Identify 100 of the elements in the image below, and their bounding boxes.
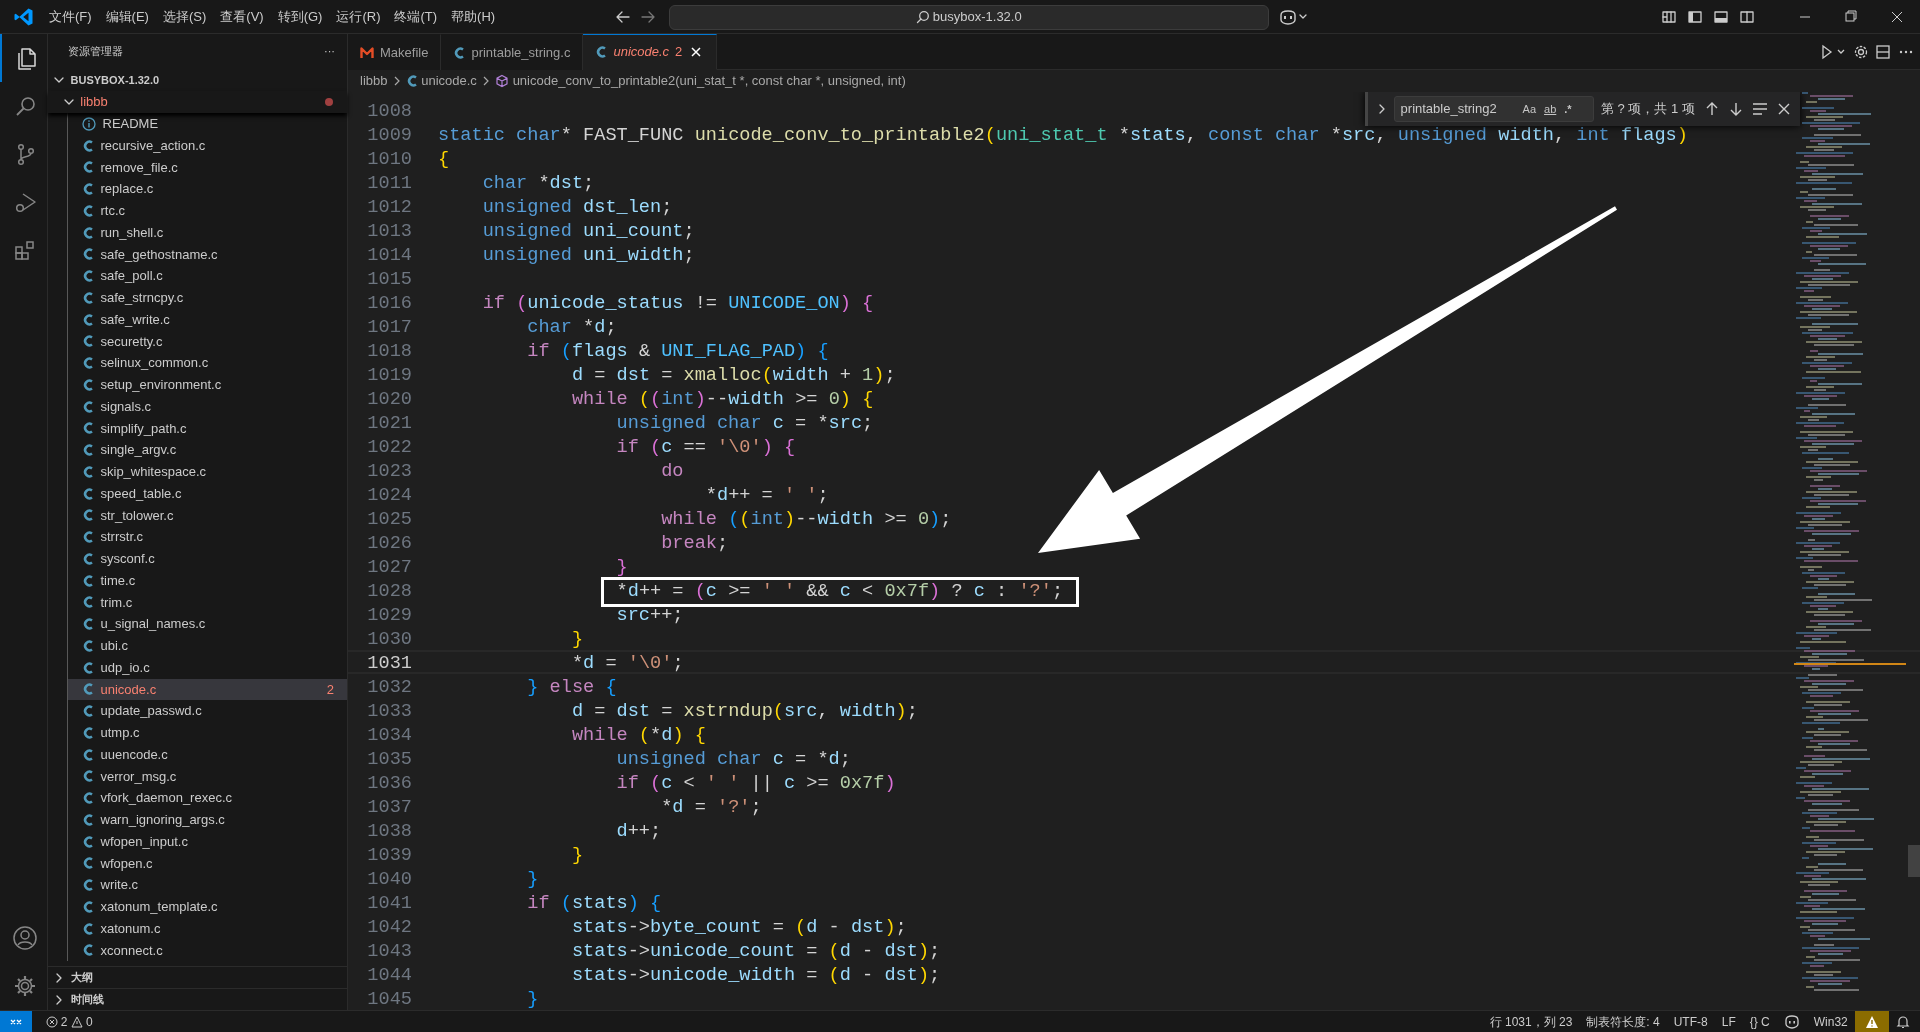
c-file-icon [82,160,94,175]
file-item[interactable]: unicode.c 2 [68,678,347,701]
file-item[interactable]: signals.c [68,395,347,418]
file-item[interactable]: update_passwd.c [68,700,347,722]
file-item[interactable]: replace.c [68,178,347,200]
file-item[interactable]: str_tolower.c [68,504,347,527]
copilot-button[interactable] [1278,9,1309,25]
folder-item[interactable]: libbb [48,91,347,113]
line-number: 1040 [366,868,412,888]
scrollbar-thumb[interactable] [1908,845,1920,877]
file-item[interactable]: run_shell.c [68,221,347,244]
c-file-icon [82,878,94,893]
find-input-field[interactable]: printable_string2 Aa ab .* [1393,96,1594,122]
menu-item[interactable]: 运行(R) [329,4,388,30]
line-number: 1014 [366,244,412,264]
menu-item[interactable]: 文件(F) [42,4,99,30]
remote-button[interactable] [0,1010,32,1032]
file-item[interactable]: verror_msg.c [68,765,347,788]
file-item[interactable]: safe_write.c [68,308,347,331]
file-item[interactable]: udp_io.c [68,656,347,679]
run-icon[interactable] [1820,43,1846,60]
file-item[interactable]: remove_file.c [68,156,347,179]
file-item[interactable]: wfopen_input.c [68,830,347,853]
warning-button[interactable] [1854,1010,1889,1032]
bell-icon[interactable] [1895,1014,1910,1029]
file-item[interactable]: safe_strncpy.c [68,287,347,309]
file-item[interactable]: xatonum.c [68,917,347,940]
code-line: unsigned char c = *src; [616,412,874,432]
panel-toggle-icon[interactable] [1713,9,1729,25]
file-item[interactable]: simplify_path.c [68,417,347,440]
file-item[interactable]: write.c [68,874,347,896]
file-item[interactable]: safe_poll.c [68,265,347,287]
account-icon[interactable] [12,925,38,951]
file-item[interactable]: skip_whitespace.c [68,461,347,483]
file-item[interactable]: ubi.c [68,635,347,657]
breadcrumb-item[interactable]: unicode.c [405,71,477,91]
file-item[interactable]: trim.c [68,591,347,614]
status-item[interactable]: {} C [1742,1010,1777,1032]
folder-item[interactable]: BUSYBOX-1.32.0 [48,69,347,91]
settings-icon[interactable] [12,973,38,999]
split-editor-icon[interactable] [1875,43,1891,60]
problems-button[interactable]: 2 0 [38,1010,100,1032]
file-item[interactable]: single_argv.c [68,439,347,461]
find-option-toggle[interactable]: ab [1540,99,1561,119]
file-item[interactable]: sysconf.c [68,548,347,570]
c-file-icon [82,769,94,784]
file-item[interactable]: uuencode.c [68,743,347,766]
code-line: } else { [527,676,617,696]
status-item[interactable]: 行 1031，列 23 [1482,1010,1580,1032]
file-item[interactable]: setup_environment.c [68,374,347,396]
breadcrumb-item[interactable]: unicode_conv_to_printable2(uni_stat_t *, const char *, unsigned, int) [495,71,906,91]
file-item[interactable]: README [68,113,347,135]
status-item[interactable]: Win32 [1806,1010,1855,1032]
menu-item[interactable]: 选择(S) [155,4,214,30]
split-layout-icon[interactable] [1739,9,1755,25]
file-item[interactable]: u_signal_names.c [68,613,347,635]
menu-item[interactable]: 转到(G) [270,4,330,30]
status-item[interactable]: 制表符长度: 4 [1579,1010,1667,1032]
c-file-icon [453,45,466,60]
code-line: d = dst = xmalloc(width + 1); [571,364,896,384]
file-item[interactable]: warn_ignoring_args.c [68,809,347,831]
menu-item[interactable]: 查看(V) [213,4,271,30]
status-item[interactable]: LF [1714,1010,1743,1032]
file-item[interactable]: rtc.c [68,200,347,222]
file-item[interactable]: securetty.c [68,330,347,353]
file-item[interactable]: safe_gethostname.c [68,243,347,266]
c-file-icon [82,921,94,936]
menu-item[interactable]: 终端(T) [387,4,445,30]
layout-grid-icon[interactable] [1661,9,1677,25]
file-item[interactable]: wfopen.c [68,852,347,875]
menu-item[interactable]: 帮助(H) [444,4,503,30]
c-file-icon [82,377,94,392]
file-item[interactable]: recursive_action.c [68,134,347,157]
editor-tab[interactable]: printable_string.c [441,34,584,70]
line-number: 1032 [366,676,412,696]
status-item[interactable]: UTF-8 [1666,1010,1715,1032]
more-button[interactable]: ··· [324,43,335,60]
line-number: 1019 [366,364,412,384]
file-item[interactable]: speed_table.c [68,482,347,505]
line-number: 1044 [366,964,412,984]
editor-tab[interactable]: unicode.c 2 [583,34,718,70]
command-search-field[interactable]: busybox-1.32.0 [668,4,1269,30]
code-line: *d++ = ' '; [705,484,829,504]
breadcrumb-item[interactable]: libbb [360,71,388,91]
find-option-toggle[interactable]: .* [1560,99,1576,119]
settings-icon[interactable] [1852,43,1869,60]
file-item[interactable]: strrstr.c [68,526,347,548]
section-header[interactable]: 大纲 [48,966,347,988]
file-item[interactable]: xconnect.c [68,939,347,962]
file-item[interactable]: xatonum_template.c [68,896,347,918]
c-file-icon [82,899,94,914]
editor-tab[interactable]: Makefile [348,34,442,70]
file-item[interactable]: selinux_common.c [68,352,347,374]
file-item[interactable]: time.c [68,569,347,592]
sidebar-toggle-icon[interactable] [1687,9,1703,25]
menu-item[interactable]: 编辑(E) [98,4,156,30]
copilot-icon[interactable] [1783,1014,1800,1029]
find-option-toggle[interactable]: Aa [1518,99,1541,119]
file-item[interactable]: utmp.c [68,722,347,744]
file-item[interactable]: vfork_daemon_rexec.c [68,787,347,809]
